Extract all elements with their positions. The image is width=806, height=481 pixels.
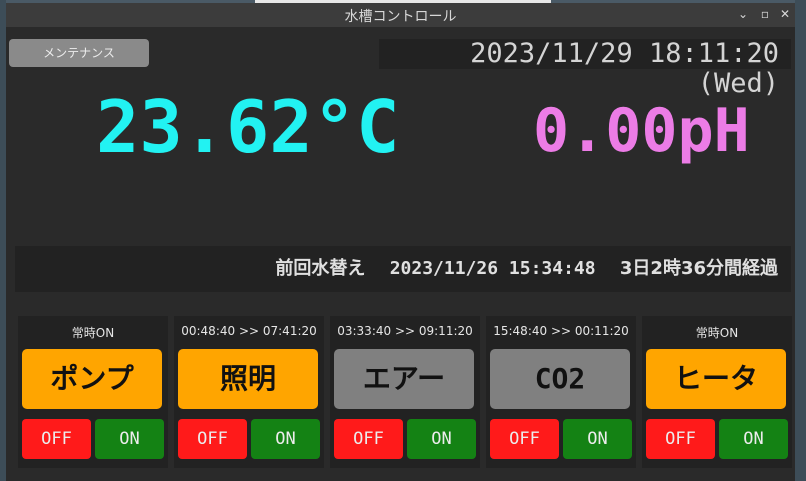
water-change-label: 前回水替え <box>275 258 366 279</box>
ph-reading: 0.00pH <box>533 96 750 166</box>
pump-button[interactable]: ポンプ <box>22 349 162 409</box>
maintenance-button[interactable]: メンテナンス <box>9 39 149 67</box>
air-button[interactable]: エアー <box>334 349 474 409</box>
minimize-icon[interactable]: ⌄ <box>735 6 751 22</box>
light-off-button[interactable]: OFF <box>178 419 247 459</box>
light-on-button[interactable]: ON <box>251 419 320 459</box>
water-change-elapsed: 3日2時36分間経過 <box>619 258 778 279</box>
device-panel-co2: 15:48:40 >> 00:11:20 CO2 OFF ON <box>486 316 636 468</box>
heater-off-button[interactable]: OFF <box>646 419 715 459</box>
device-schedule: 15:48:40 >> 00:11:20 <box>493 324 629 338</box>
temperature-reading: 23.62°C <box>96 85 400 169</box>
device-schedule: 03:33:40 >> 09:11:20 <box>337 324 473 338</box>
device-schedule: 00:48:40 >> 07:41:20 <box>181 324 317 338</box>
co2-off-button[interactable]: OFF <box>490 419 559 459</box>
main-content: メンテナンス 2023/11/29 18:11:20 (Wed) 23.62°C… <box>6 27 795 481</box>
window-title: 水槽コントロール <box>344 9 457 25</box>
title-bar[interactable]: 水槽コントロール ⌄ ▫ ✕ <box>6 3 795 27</box>
heater-on-button[interactable]: ON <box>719 419 788 459</box>
pump-off-button[interactable]: OFF <box>22 419 91 459</box>
app-window: 水槽コントロール ⌄ ▫ ✕ メンテナンス 2023/11/29 18:11:2… <box>6 3 795 481</box>
device-panel-air: 03:33:40 >> 09:11:20 エアー OFF ON <box>330 316 480 468</box>
device-panel-pump: 常時ON ポンプ OFF ON <box>18 316 168 468</box>
pump-on-button[interactable]: ON <box>95 419 164 459</box>
clock-panel: 2023/11/29 18:11:20 (Wed) <box>379 38 791 99</box>
device-schedule: 常時ON <box>695 326 739 340</box>
maximize-icon[interactable]: ▫ <box>757 6 773 22</box>
air-off-button[interactable]: OFF <box>334 419 403 459</box>
air-on-button[interactable]: ON <box>407 419 476 459</box>
clock-display: 2023/11/29 18:11:20 (Wed) <box>470 38 779 99</box>
co2-on-button[interactable]: ON <box>563 419 632 459</box>
device-schedule: 常時ON <box>71 326 115 340</box>
close-icon[interactable]: ✕ <box>777 6 793 22</box>
water-change-panel: 前回水替え 2023/11/26 15:34:48 3日2時36分間経過 <box>15 246 791 292</box>
heater-button[interactable]: ヒータ <box>646 349 786 409</box>
desktop-background-right <box>795 0 806 481</box>
device-panel-heater: 常時ON ヒータ OFF ON <box>642 316 792 468</box>
water-change-datetime: 2023/11/26 15:34:48 <box>389 258 596 279</box>
device-panel-light: 00:48:40 >> 07:41:20 照明 OFF ON <box>174 316 324 468</box>
co2-button[interactable]: CO2 <box>490 349 630 409</box>
light-button[interactable]: 照明 <box>178 349 318 409</box>
